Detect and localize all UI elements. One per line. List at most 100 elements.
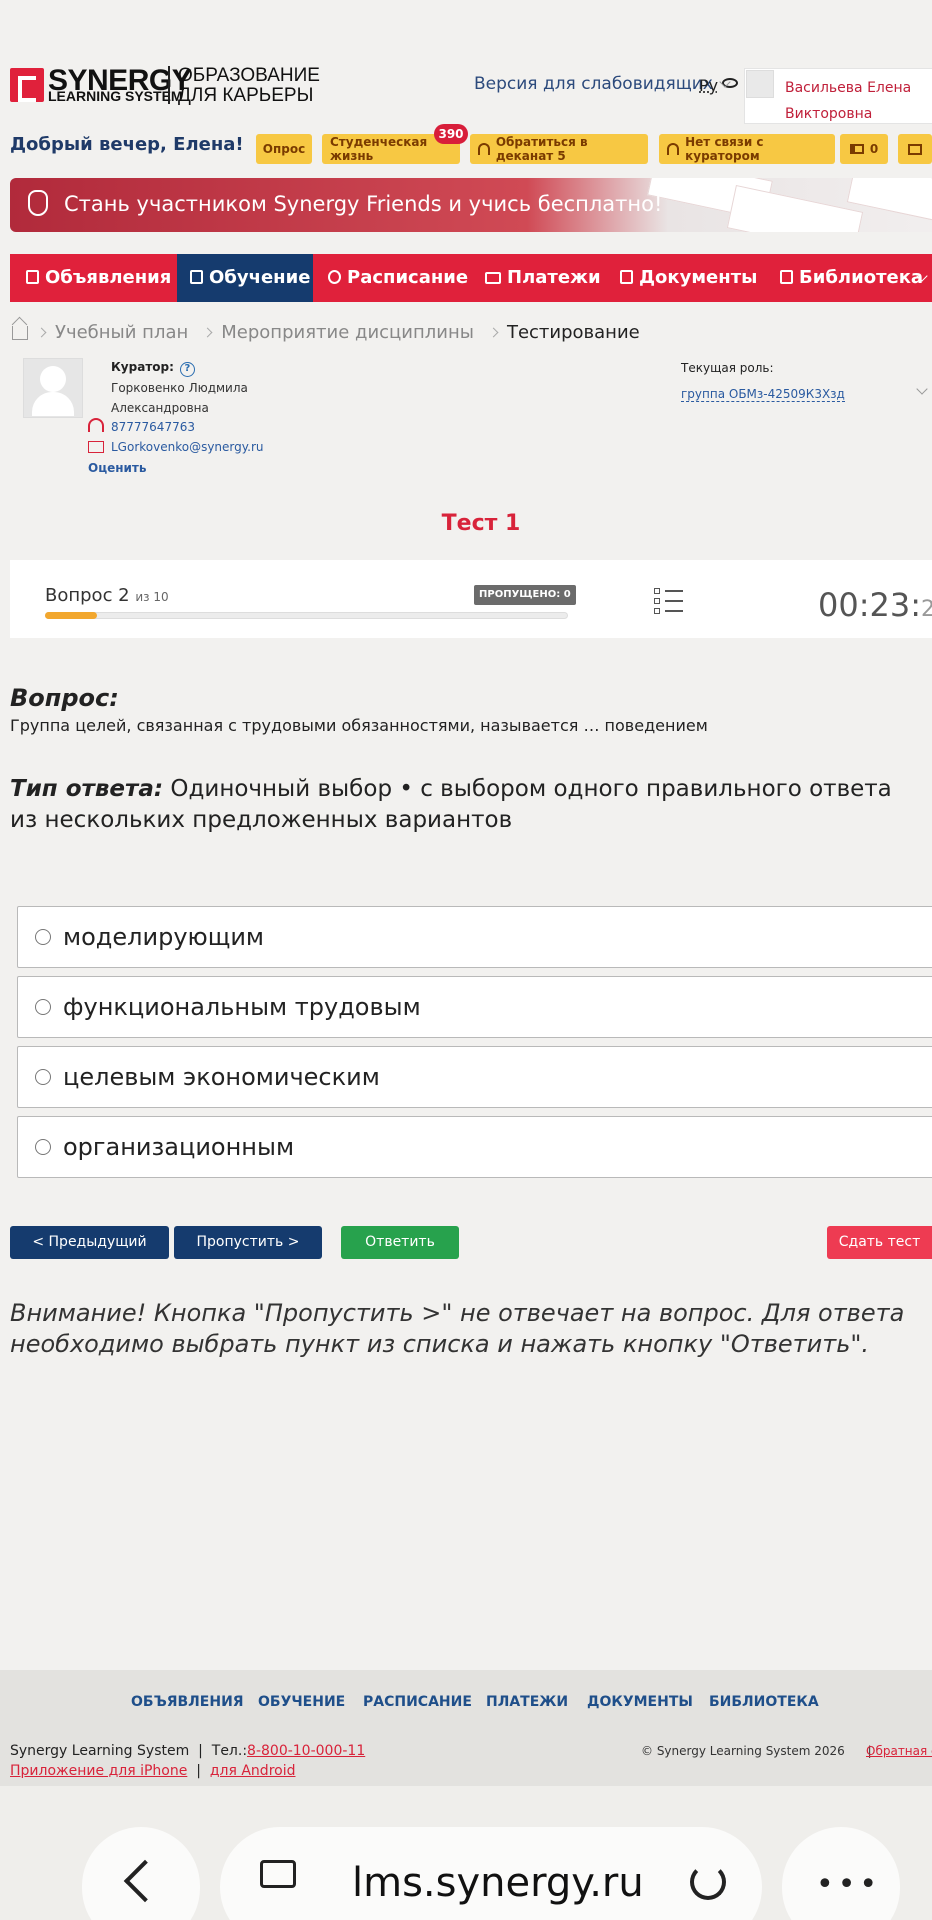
footer-link-announcements[interactable]: ОБЪЯВЛЕНИЯ	[131, 1694, 244, 1710]
vision-mode-label: Версия для слабовидящих	[474, 74, 713, 94]
breadcrumb-separator-icon	[488, 327, 499, 338]
payment-icon	[485, 272, 501, 284]
logo-tagline-line2: ДЛЯ КАРЬЕРЫ	[178, 85, 314, 106]
question-number: Вопрос 2	[45, 585, 130, 606]
user-name-line1: Васильева Елена	[785, 80, 912, 96]
curator-name: Горковенко Людмила Александровна	[111, 381, 248, 415]
question-text: Группа целей, связанная с трудовыми обяз…	[10, 716, 708, 735]
announcements-button[interactable]: 0	[840, 134, 888, 164]
breadcrumb-item-current: Тестирование	[506, 322, 640, 343]
answer-type-label: Тип ответа:	[10, 776, 164, 802]
footer-phone-link[interactable]: 8-800-10-000-11	[247, 1743, 365, 1759]
footer-link-documents[interactable]: ДОКУМЕНТЫ	[587, 1694, 693, 1710]
copyright: © Synergy Learning System 2026 |	[641, 1744, 872, 1758]
nav-item-payments[interactable]: Платежи	[485, 267, 601, 288]
user-name-line2: Викторовна	[785, 106, 873, 122]
messages-button[interactable]	[898, 134, 932, 164]
nav-item-library[interactable]: Библиотека	[780, 267, 923, 288]
megaphone-icon	[849, 144, 864, 154]
radio-button[interactable]	[35, 999, 51, 1015]
skip-button[interactable]: Пропустить >	[174, 1226, 322, 1259]
nav-item-announcements[interactable]: Объявления	[26, 267, 171, 288]
answer-option-label: функциональным трудовым	[63, 993, 421, 1021]
graduation-cap-icon	[190, 270, 203, 284]
headset-icon	[667, 143, 680, 155]
nav-item-documents[interactable]: Документы	[620, 267, 757, 288]
skipped-badge: ПРОПУЩЕНО: 0	[474, 585, 576, 605]
radio-button[interactable]	[35, 1069, 51, 1085]
answer-option-label: организационным	[63, 1133, 295, 1161]
nav-label: Документы	[639, 267, 758, 288]
nav-label: Платежи	[507, 267, 601, 288]
footer-phone-label: Тел.:	[211, 1743, 248, 1759]
url-text: lms.synergy.ru	[352, 1860, 644, 1906]
dean-office-button[interactable]: Обратиться в деканат 5	[470, 134, 648, 164]
logo-subtext: LEARNING SYSTEM	[48, 88, 183, 104]
banner-card-image	[726, 184, 864, 232]
rate-curator-link[interactable]: Оценить	[88, 461, 146, 475]
footer-link-schedule[interactable]: РАСПИСАНИЕ	[363, 1694, 472, 1710]
nav-item-learning[interactable]: Обучение	[190, 267, 310, 288]
language-select[interactable]: Ру	[699, 76, 718, 95]
breadcrumb-item-event[interactable]: Мероприятие дисциплины	[221, 322, 474, 343]
role-label: Текущая роль:	[681, 361, 774, 375]
answer-button[interactable]: Ответить	[341, 1226, 459, 1259]
more-dots-icon: •••	[816, 1867, 882, 1902]
greeting: Добрый вечер, Елена!	[10, 134, 244, 155]
timer-main: 00:23:	[818, 586, 921, 624]
curator-email[interactable]: LGorkovenko@synergy.ru	[111, 440, 264, 454]
book-icon	[780, 270, 793, 284]
feedback-link[interactable]: Обратная связь	[866, 1744, 932, 1758]
curator-contact-button[interactable]: Нет связи с куратором	[659, 134, 835, 164]
survey-label: Опрос	[262, 142, 306, 156]
answer-type: Тип ответа: Одиночный выбор • с выбором …	[10, 774, 925, 836]
home-icon[interactable]	[12, 326, 28, 340]
document-icon	[620, 270, 633, 284]
breadcrumb-item-plan[interactable]: Учебный план	[55, 322, 188, 343]
tabs-icon	[260, 1860, 296, 1888]
android-app-link[interactable]: для Android	[210, 1763, 296, 1779]
skip-warning: Внимание! Кнопка "Пропустить >" не отвеч…	[10, 1299, 905, 1358]
question-list-icon[interactable]	[654, 588, 684, 616]
page: SYNERGY LEARNING SYSTEM ОБРАЗОВАНИЕ ДЛЯ …	[0, 0, 932, 1920]
announcements-count: 0	[869, 142, 879, 156]
avatar[interactable]	[746, 70, 774, 98]
logo-mark[interactable]	[10, 68, 44, 102]
mail-icon	[908, 143, 922, 155]
nav-label: Обучение	[209, 267, 311, 288]
help-icon[interactable]: ?	[179, 362, 195, 377]
student-life-label: Студенческая жизнь	[330, 135, 428, 163]
mail-icon	[88, 441, 104, 453]
curator-phone[interactable]: 87777647763	[111, 420, 195, 434]
role-select[interactable]: группа ОБМз-42509К3Хзд	[681, 387, 845, 402]
radio-button[interactable]	[35, 1139, 51, 1155]
previous-button[interactable]: < Предыдущий	[10, 1226, 169, 1259]
headset-icon	[88, 418, 104, 432]
banner-text: Стань участником Synergy Friends и учись…	[64, 192, 663, 216]
timer: 00:23:20	[818, 586, 932, 624]
breadcrumb-separator-icon	[202, 327, 213, 338]
nav-item-schedule[interactable]: Расписание	[328, 267, 468, 288]
submit-test-button[interactable]: Сдать тест	[827, 1226, 932, 1259]
radio-button[interactable]	[35, 929, 51, 945]
user-name[interactable]: Васильева Елена Викторовна	[785, 75, 911, 127]
nav-label: Объявления	[45, 267, 172, 288]
survey-button[interactable]: Опрос	[256, 134, 312, 164]
curator-contact-label: Нет связи с куратором	[685, 135, 764, 163]
footer-apps: Приложение для iPhone | для Android	[10, 1763, 296, 1779]
footer-company: Synergy Learning System	[10, 1743, 190, 1759]
footer-contacts: Synergy Learning System | Тел.:8-800-10-…	[10, 1743, 366, 1759]
iphone-app-link[interactable]: Приложение для iPhone	[10, 1763, 187, 1779]
breadcrumb-separator-icon	[36, 327, 47, 338]
copyright-text: © Synergy Learning System 2026	[641, 1744, 845, 1758]
question-heading: Вопрос:	[10, 684, 119, 712]
test-title: Тест 1	[441, 511, 521, 536]
chevron-down-icon[interactable]	[916, 383, 928, 395]
footer-link-library[interactable]: БИБЛИОТЕКА	[709, 1694, 819, 1710]
breadcrumb: Учебный план Мероприятие дисциплины Тестир…	[32, 322, 640, 343]
footer-link-learning[interactable]: ОБУЧЕНИЕ	[258, 1694, 345, 1710]
notification-badge: 390	[434, 124, 468, 144]
reload-icon[interactable]	[690, 1864, 726, 1900]
curator-title-text: Куратор:	[111, 360, 174, 374]
footer-link-payments[interactable]: ПЛАТЕЖИ	[486, 1694, 568, 1710]
